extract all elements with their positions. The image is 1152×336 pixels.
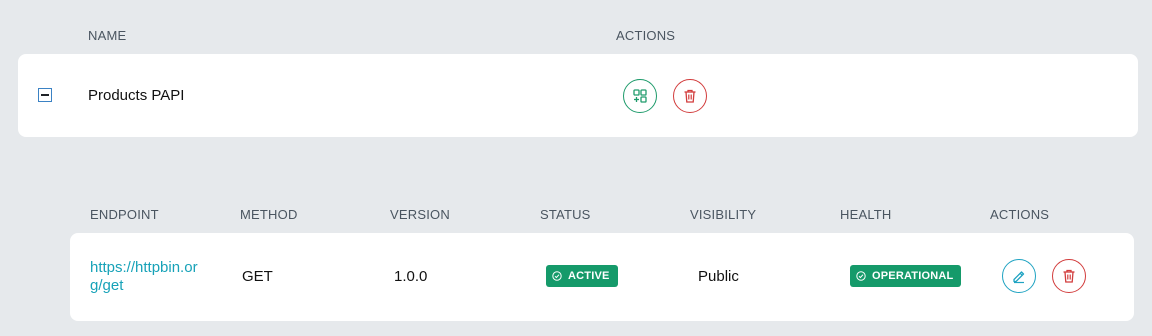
method-cell: GET xyxy=(242,268,273,285)
column-header-name: NAME xyxy=(88,28,127,43)
delete-api-button[interactable] xyxy=(673,79,707,113)
health-badge: OPERATIONAL xyxy=(850,265,962,287)
column-header-method: METHOD xyxy=(240,207,298,222)
trash-icon xyxy=(1063,269,1075,283)
column-header-endpoint-actions: ACTIONS xyxy=(990,207,1050,222)
api-row: Products PAPI xyxy=(18,54,1138,137)
endpoint-row: https://httpbin.org/get GET 1.0.0 ACTIVE… xyxy=(70,233,1134,321)
column-header-health: HEALTH xyxy=(840,207,892,222)
collapse-toggle[interactable] xyxy=(38,88,52,102)
column-header-status: STATUS xyxy=(540,207,591,222)
check-circle-icon xyxy=(856,271,866,281)
add-endpoint-icon xyxy=(633,89,647,103)
status-badge-label: ACTIVE xyxy=(568,270,610,282)
column-header-version: VERSION xyxy=(390,207,450,222)
check-circle-icon xyxy=(552,271,562,281)
api-name: Products PAPI xyxy=(88,87,185,104)
delete-endpoint-button[interactable] xyxy=(1052,259,1086,293)
edit-endpoint-button[interactable] xyxy=(1002,259,1036,293)
version-cell: 1.0.0 xyxy=(394,268,428,285)
endpoint-link[interactable]: https://httpbin.org/get xyxy=(90,259,208,295)
column-header-visibility: VISIBILITY xyxy=(690,207,757,222)
column-header-actions: ACTIONS xyxy=(616,28,676,43)
column-header-endpoint: ENDPOINT xyxy=(90,207,159,222)
add-endpoint-button[interactable] xyxy=(623,79,657,113)
status-badge: ACTIVE xyxy=(546,265,618,287)
trash-icon xyxy=(684,89,696,103)
visibility-cell: Public xyxy=(698,268,739,285)
health-badge-label: OPERATIONAL xyxy=(872,270,954,282)
pencil-icon xyxy=(1013,271,1025,284)
